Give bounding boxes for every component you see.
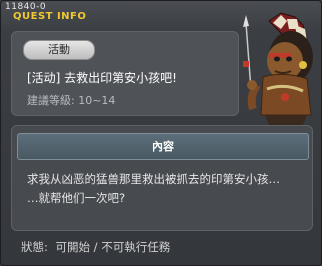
quest-info-window: 11840-0 QUEST INFO 活動 [活动] 去救出印第安小孩吧! 建議… [0,0,322,266]
window-title: QUEST INFO [13,11,87,22]
status-value: 可開始 / 不可執行任務 [55,240,171,254]
quest-category-tag: 活動 [23,40,95,60]
quest-summary-panel: 活動 [活动] 去救出印第安小孩吧! 建議等級: 10~14 [11,31,239,116]
content-line: 求我从凶恶的猛兽那里救出被抓去的印第安小孩… [27,172,280,186]
quest-content-panel: 內容 求我从凶恶的猛兽那里救出被抓去的印第安小孩… …就帮他们一次吧? [11,125,313,231]
quest-status-bar: 狀態: 可開始 / 不可執行任務 [21,239,170,255]
content-header: 內容 [17,133,309,160]
content-line: …就帮他们一次吧? [27,191,126,205]
quest-name: [活动] 去救出印第安小孩吧! [27,71,177,85]
npc-portrait-icon [243,12,313,125]
recommended-level: 建議等級: 10~14 [27,94,116,107]
status-label: 狀態: [21,240,48,254]
